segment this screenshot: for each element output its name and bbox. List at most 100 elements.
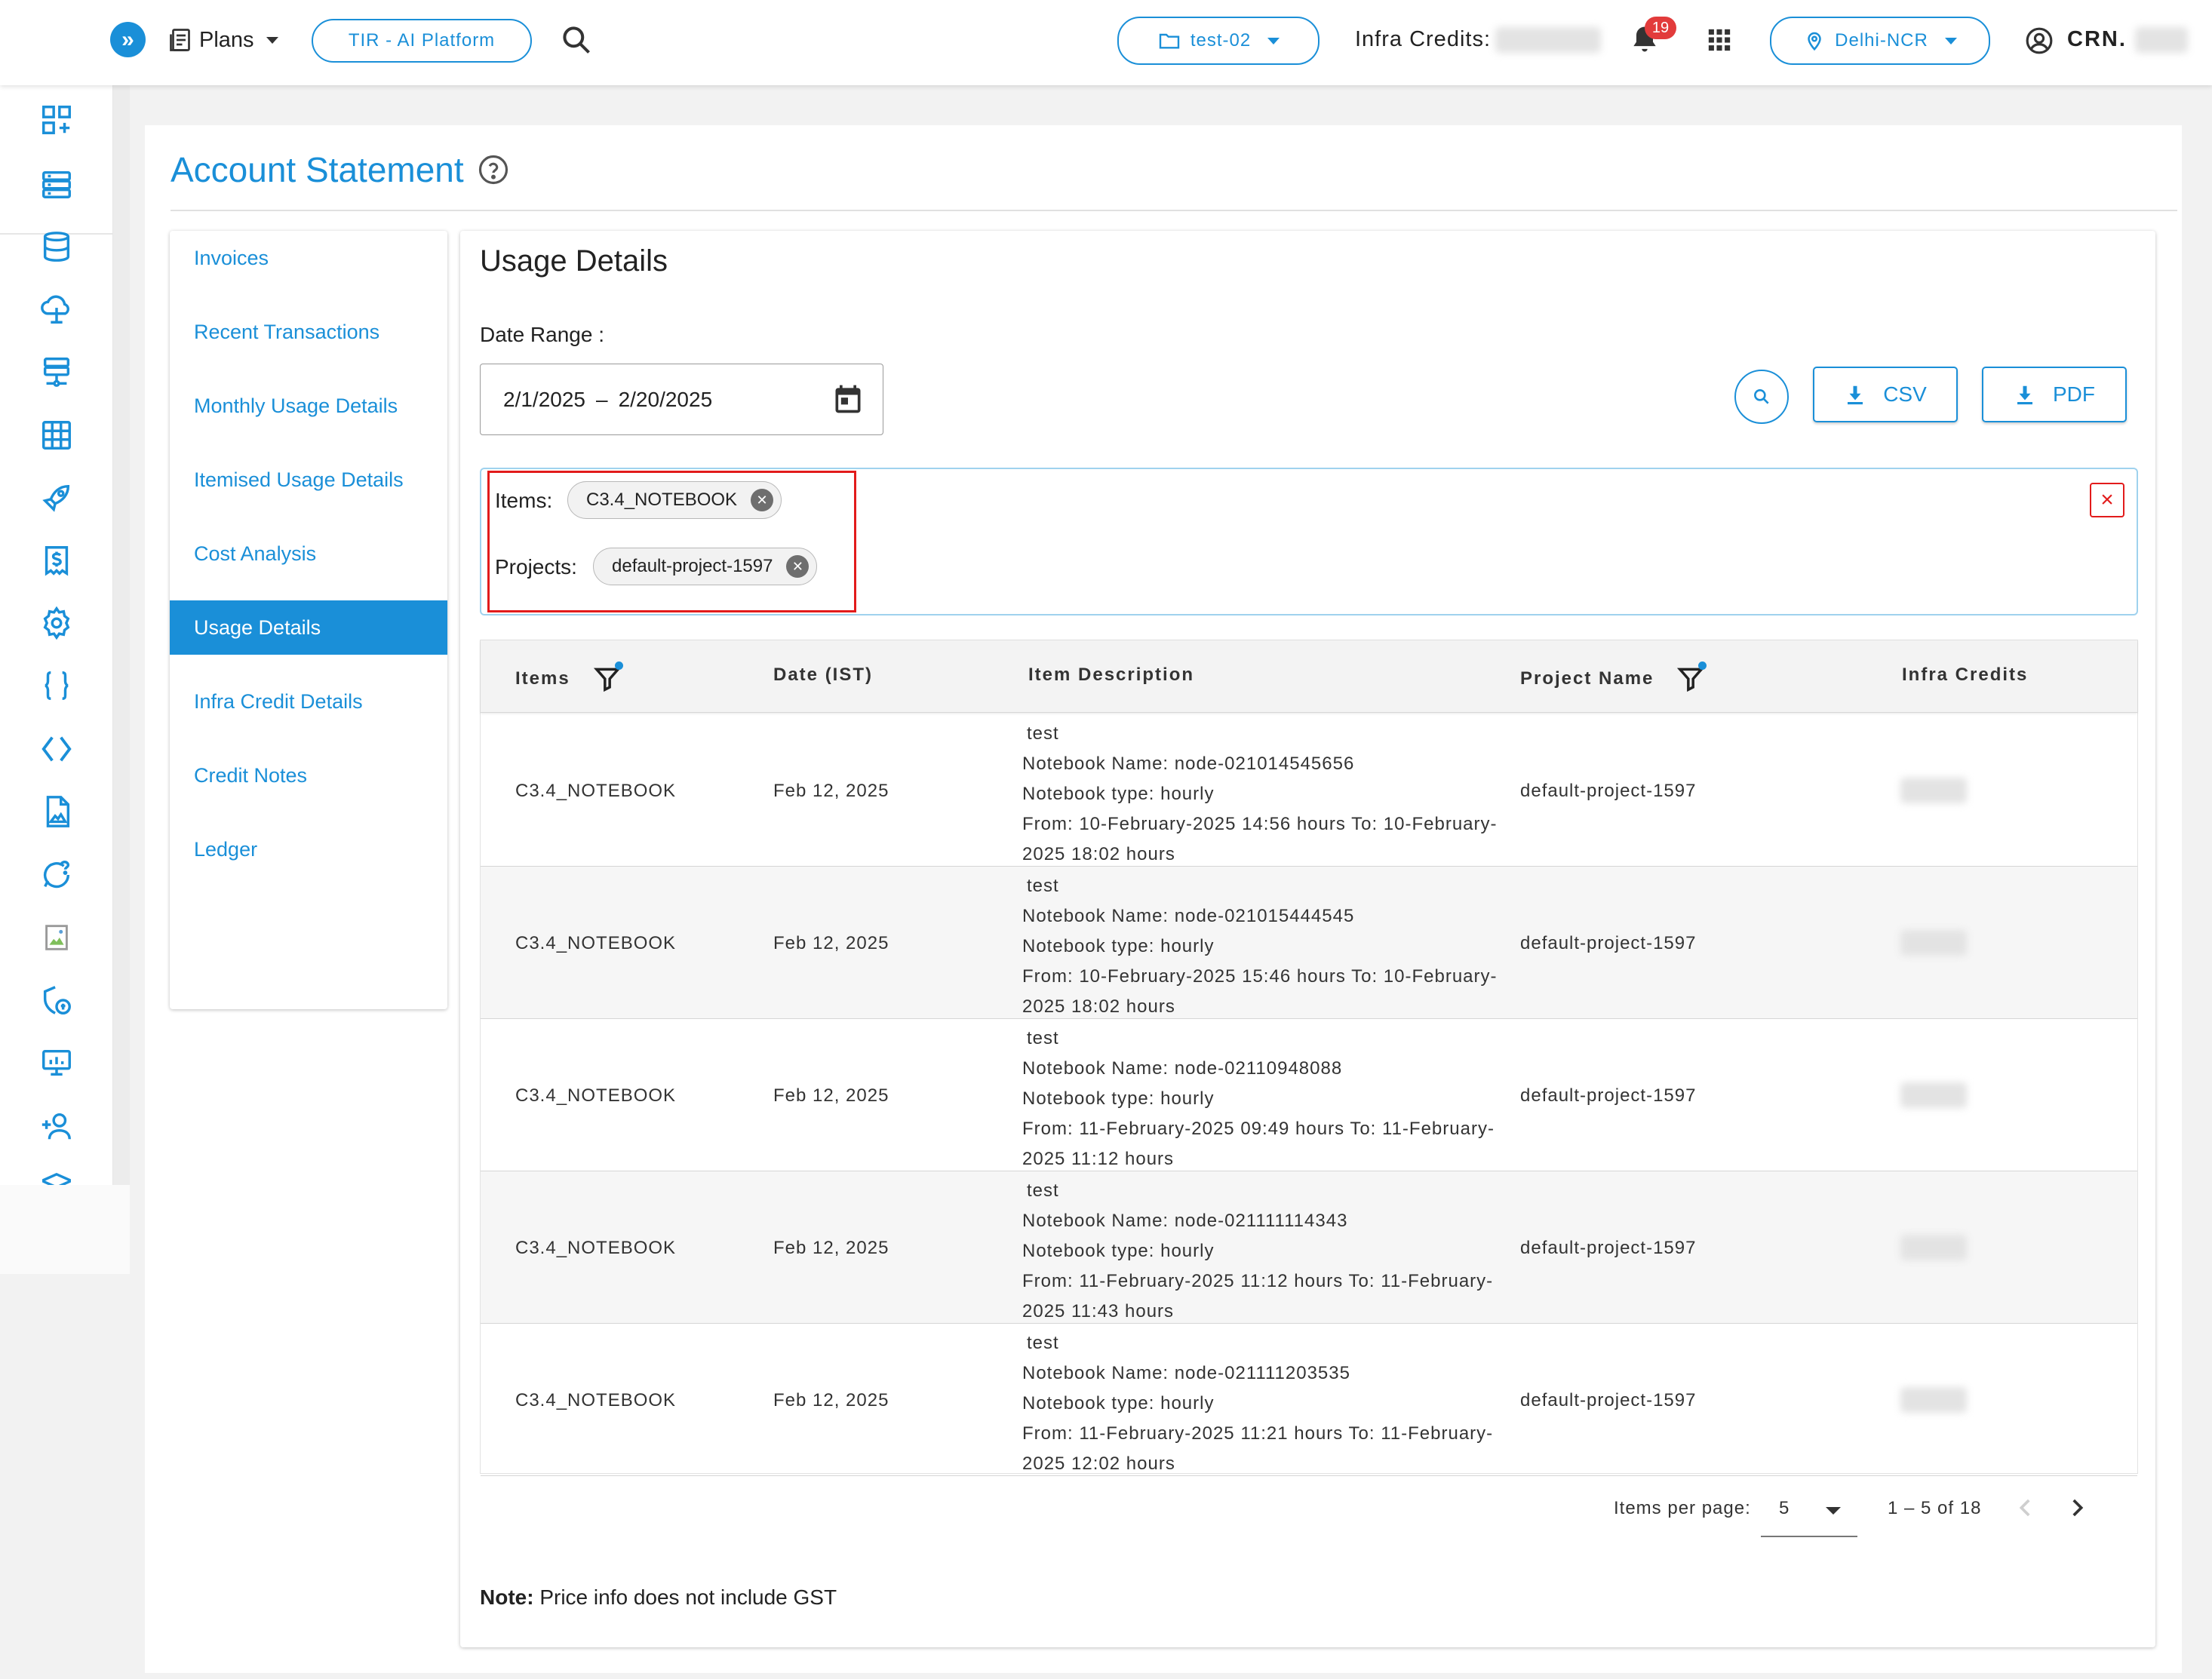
code-icon[interactable] — [39, 732, 74, 766]
project-selector[interactable]: test-02 — [1117, 17, 1320, 65]
start-date: 2/1/2025 — [503, 387, 585, 411]
csv-download-button[interactable]: CSV — [1813, 367, 1958, 422]
filter-active-dot — [1698, 661, 1707, 670]
row-item: C3.4_NOTEBOOK — [515, 1238, 677, 1258]
security-icon[interactable] — [39, 983, 74, 1018]
next-page-icon[interactable] — [2064, 1495, 2090, 1521]
chat-icon[interactable] — [39, 858, 74, 892]
shield-icon[interactable] — [39, 1171, 74, 1185]
project-label: test-02 — [1190, 30, 1252, 51]
help-icon[interactable] — [478, 154, 509, 186]
settings-icon[interactable] — [39, 606, 74, 640]
clear-filters-button[interactable]: × — [2090, 483, 2124, 517]
platform-button[interactable]: TIR - AI Platform — [312, 19, 532, 63]
row-credits-redacted — [1900, 930, 1967, 956]
col-project: Project Name — [1520, 661, 1707, 693]
page-size-select[interactable]: 5 — [1761, 1490, 1857, 1537]
table-icon[interactable] — [39, 418, 74, 453]
description-line: 2025 12:02 hours — [1022, 1453, 1175, 1474]
menu-item-ledger[interactable]: Ledger — [170, 822, 447, 876]
monitor-icon[interactable] — [39, 1045, 74, 1080]
calendar-icon[interactable] — [831, 382, 865, 416]
row-project: default-project-1597 — [1520, 1390, 1697, 1410]
description-line: 2025 18:02 hours — [1022, 996, 1175, 1017]
billing-icon[interactable] — [39, 543, 74, 578]
row-project: default-project-1597 — [1520, 1238, 1697, 1258]
download-icon — [2017, 385, 2032, 405]
filter-icon[interactable] — [1676, 661, 1707, 693]
region-selector[interactable]: Delhi-NCR — [1770, 17, 1990, 65]
row-date: Feb 12, 2025 — [773, 1085, 889, 1106]
row-description: test Notebook Name: node-021014545656 Note… — [1022, 719, 1505, 870]
description-line: Notebook Name: node-021111203535 — [1022, 1363, 1350, 1383]
row-date: Feb 12, 2025 — [773, 781, 889, 801]
col-description: Item Description — [1028, 665, 1195, 685]
row-description: test Notebook Name: node-021015444545 Note… — [1022, 871, 1505, 1022]
description-line: 2025 18:02 hours — [1022, 844, 1175, 864]
date-range-input[interactable]: 2/1/2025 – 2/20/2025 — [480, 364, 883, 435]
filter-icon[interactable] — [593, 661, 623, 693]
remove-chip-icon[interactable]: ✕ — [786, 555, 810, 578]
crn-value-redacted — [2135, 27, 2188, 53]
add-user-icon[interactable] — [39, 1109, 74, 1143]
remove-chip-icon[interactable]: ✕ — [751, 489, 774, 511]
description-line: Notebook type: hourly — [1022, 784, 1215, 804]
row-credits-redacted — [1900, 1387, 1967, 1413]
plans-icon — [170, 29, 190, 51]
rocket-icon[interactable] — [39, 480, 74, 515]
braces-icon[interactable] — [39, 668, 74, 703]
chevron-down-icon — [1826, 1507, 1841, 1515]
pdf-label: PDF — [2053, 382, 2095, 406]
description-line: From: 11-February-2025 09:49 hours To: 1… — [1022, 1119, 1495, 1139]
server-icon[interactable] — [39, 167, 74, 201]
menu-item-monthly-usage-details[interactable]: Monthly Usage Details — [170, 379, 447, 433]
row-project: default-project-1597 — [1520, 1085, 1697, 1106]
description-line: Notebook type: hourly — [1022, 1088, 1215, 1109]
expand-sidebar-button[interactable]: » — [110, 22, 146, 57]
usage-table: Items Date (IST) Item Description Projec… — [480, 640, 2138, 1476]
chevron-down-icon — [266, 36, 278, 44]
row-credits-redacted — [1900, 1235, 1967, 1260]
file-image-icon[interactable] — [39, 794, 74, 829]
description-line: Notebook Name: node-021015444545 — [1022, 906, 1355, 926]
sidebar-scroll-track[interactable] — [113, 85, 130, 1185]
table-row: C3.4_NOTEBOOK Feb 12, 2025 test Notebook Na… — [481, 714, 2137, 867]
dashboard-icon[interactable] — [39, 103, 74, 137]
database-icon[interactable] — [39, 229, 74, 264]
prev-page-icon[interactable] — [2013, 1495, 2038, 1521]
menu-item-invoices[interactable]: Invoices — [170, 231, 447, 285]
description-line: From: 10-February-2025 15:46 hours To: 1… — [1022, 966, 1498, 987]
crn-label: CRN. — [2067, 27, 2127, 51]
plans-menu[interactable]: Plans — [167, 23, 278, 57]
search-icon[interactable] — [560, 23, 593, 57]
page-size-value: 5 — [1779, 1498, 1790, 1518]
gst-note: Note: Price info does not include GST — [480, 1585, 837, 1610]
menu-item-usage-details[interactable]: Usage Details — [170, 600, 447, 655]
row-item: C3.4_NOTEBOOK — [515, 1085, 677, 1106]
menu-item-recent-transactions[interactable]: Recent Transactions — [170, 305, 447, 359]
menu-item-infra-credit-details[interactable]: Infra Credit Details — [170, 674, 447, 729]
pdf-download-button[interactable]: PDF — [1982, 367, 2127, 422]
row-item: C3.4_NOTEBOOK — [515, 781, 677, 801]
apps-grid-icon[interactable] — [1707, 27, 1732, 53]
top-navbar: » Plans TIR - AI Platform test-02 Infra … — [0, 0, 2212, 85]
date-range-label: Date Range : — [480, 323, 604, 346]
menu-item-cost-analysis[interactable]: Cost Analysis — [170, 526, 447, 581]
title-divider — [171, 210, 2177, 211]
chevron-down-icon — [1267, 37, 1280, 45]
projects-chip-label: default-project-1597 — [612, 556, 773, 576]
col-items: Items — [515, 661, 623, 693]
menu-item-itemised-usage-details[interactable]: Itemised Usage Details — [170, 453, 447, 507]
row-item: C3.4_NOTEBOOK — [515, 1390, 677, 1410]
region-label: Delhi-NCR — [1835, 30, 1928, 51]
cloud-upload-icon[interactable] — [39, 292, 74, 327]
row-item: C3.4_NOTEBOOK — [515, 933, 677, 953]
row-credits-redacted — [1900, 778, 1967, 803]
menu-item-credit-notes[interactable]: Credit Notes — [170, 748, 447, 803]
network-icon[interactable] — [39, 355, 74, 389]
row-project: default-project-1597 — [1520, 781, 1697, 801]
description-line: From: 11-February-2025 11:12 hours To: 1… — [1022, 1271, 1494, 1291]
search-button[interactable] — [1734, 370, 1789, 424]
account-circle-icon[interactable] — [2025, 26, 2054, 55]
sidebar-footer — [0, 1185, 130, 1274]
